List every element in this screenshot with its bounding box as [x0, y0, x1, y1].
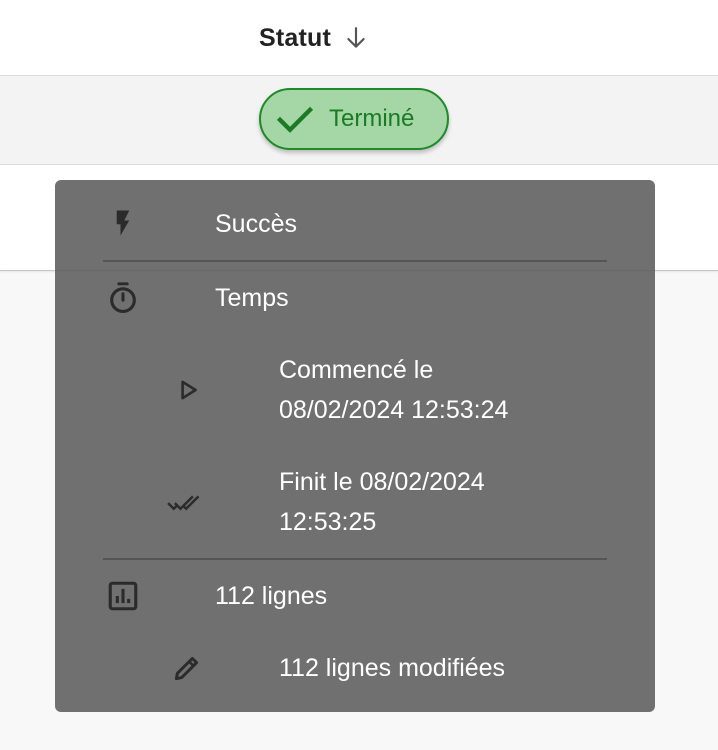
started-line-1: Commencé le	[279, 356, 434, 384]
check-icon	[275, 99, 315, 139]
status-badge[interactable]: Terminé	[259, 88, 449, 150]
play-outline-icon	[170, 372, 206, 408]
finished-line-2: 12:53:25	[279, 508, 377, 536]
started-line-2: 08/02/2024 12:53:24	[279, 396, 509, 424]
flash-icon	[105, 205, 141, 241]
divider	[103, 260, 607, 262]
table-row: Terminé	[0, 76, 718, 165]
double-check-icon	[167, 484, 203, 520]
column-header-label: Statut	[259, 23, 332, 52]
finished-line-1: Finit le 08/02/2024	[279, 468, 485, 496]
pencil-icon	[169, 650, 205, 686]
timer-icon	[105, 280, 141, 316]
status-label: Terminé	[329, 105, 415, 132]
success-label: Succès	[215, 210, 297, 238]
arrow-down-icon[interactable]	[343, 25, 369, 51]
modified-label: 112 lignes modifiées	[279, 654, 506, 682]
table-header-row: Statut	[0, 0, 718, 76]
divider	[103, 558, 607, 560]
column-header-statut[interactable]: Statut	[259, 20, 369, 56]
time-label: Temps	[215, 284, 289, 312]
chart-box-icon	[105, 578, 141, 614]
status-tooltip: Succès Temps Commencé le 08/02/2024 12:5…	[55, 180, 655, 712]
rows-label: 112 lignes	[215, 582, 328, 610]
